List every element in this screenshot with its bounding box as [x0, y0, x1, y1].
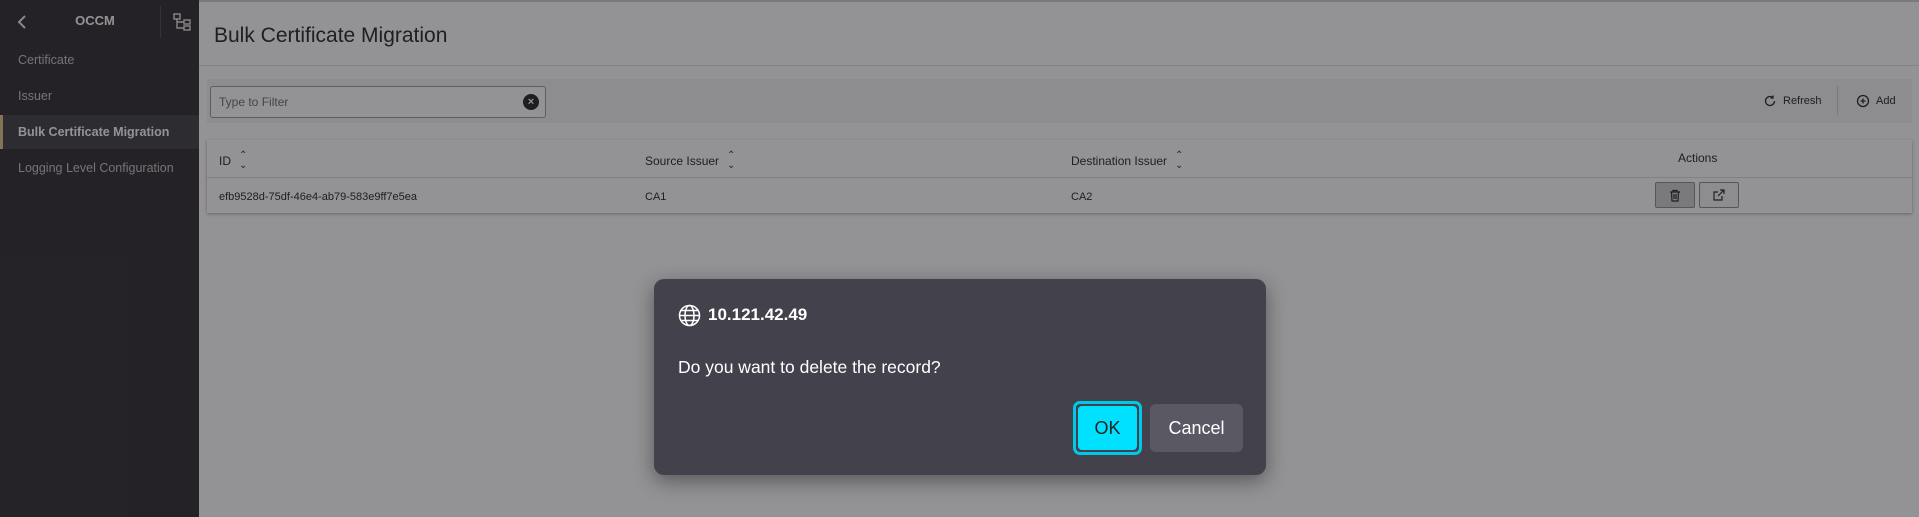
ok-label: OK	[1078, 406, 1137, 450]
globe-icon	[678, 304, 701, 327]
dialog-host: 10.121.42.49	[708, 305, 808, 324]
cancel-button[interactable]: Cancel	[1150, 404, 1243, 452]
dialog-message: Do you want to delete the record?	[678, 357, 941, 377]
ok-button[interactable]: OK	[1073, 401, 1142, 455]
confirm-dialog: 10.121.42.49 Do you want to delete the r…	[654, 279, 1266, 475]
